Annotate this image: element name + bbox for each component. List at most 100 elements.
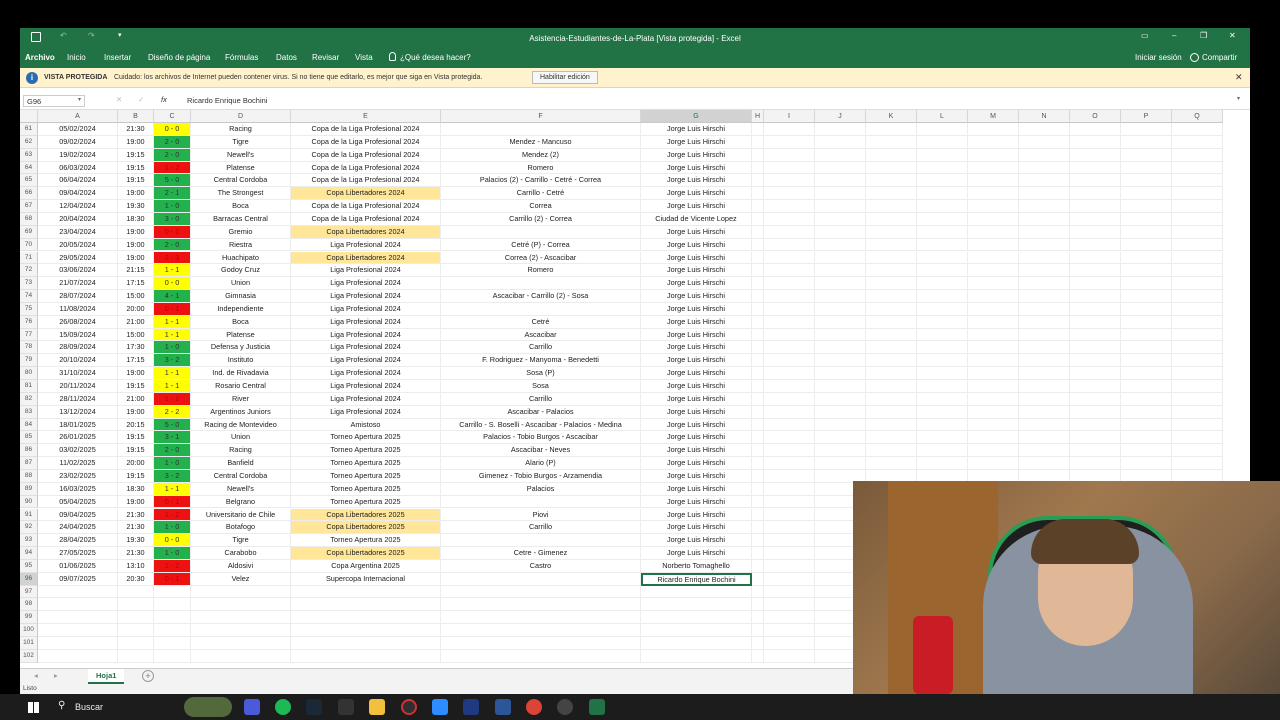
cell-empty[interactable] [752, 469, 764, 483]
cell-d[interactable]: Godoy Cruz [191, 264, 291, 278]
select-all-corner[interactable] [20, 110, 38, 123]
cell-empty[interactable] [1070, 200, 1121, 213]
cell-empty[interactable] [968, 251, 1019, 265]
cell-empty[interactable] [917, 135, 968, 149]
cell-empty[interactable] [1019, 444, 1070, 458]
cell-empty[interactable] [815, 277, 866, 291]
cell-empty[interactable] [1019, 392, 1070, 406]
column-header-d[interactable]: D [191, 110, 291, 123]
cell-empty[interactable] [1019, 264, 1070, 278]
cell-d[interactable] [191, 624, 291, 637]
cell-empty[interactable] [815, 148, 866, 162]
cell-empty[interactable] [917, 392, 968, 406]
cell-empty[interactable] [1070, 444, 1121, 458]
row-header[interactable]: 71 [20, 251, 38, 265]
cell-c[interactable]: 0 - 0 [154, 534, 191, 548]
cell-g[interactable]: Jorge Luis Hirschi [641, 405, 752, 419]
cell-f[interactable] [441, 624, 641, 637]
cell-empty[interactable] [764, 354, 815, 368]
cell-empty[interactable] [1070, 431, 1121, 445]
cell-c[interactable]: 3 - 0 [154, 212, 191, 226]
row-header[interactable]: 83 [20, 405, 38, 419]
row-header[interactable]: 77 [20, 328, 38, 342]
cell-empty[interactable] [866, 341, 917, 355]
cell-empty[interactable] [1121, 187, 1172, 201]
tab-archivo[interactable]: Archivo [25, 53, 55, 62]
cell-empty[interactable] [1070, 187, 1121, 201]
cell-empty[interactable] [815, 264, 866, 278]
cell-b[interactable] [118, 598, 154, 612]
cell-c[interactable]: 2 - 0 [154, 135, 191, 149]
cell-g[interactable] [641, 585, 752, 599]
cell-a[interactable]: 03/06/2024 [38, 264, 118, 278]
cell-g[interactable]: Jorge Luis Hirschi [641, 123, 752, 136]
cell-g[interactable]: Ricardo Enrique Bochini [641, 572, 752, 586]
vegas-icon[interactable] [463, 699, 479, 715]
cell-e[interactable]: Copa de la Liga Profesional 2024 [291, 174, 441, 188]
cell-c[interactable]: 5 - 0 [154, 418, 191, 432]
cell-f[interactable]: Ascacibar - Neves [441, 444, 641, 458]
cell-a[interactable]: 29/05/2024 [38, 251, 118, 265]
cell-c[interactable]: 2 - 0 [154, 444, 191, 458]
cell-d[interactable]: The Strongest [191, 187, 291, 201]
cell-empty[interactable] [968, 135, 1019, 149]
cell-c[interactable]: 0 - 1 [154, 572, 191, 586]
cell-a[interactable]: 26/08/2024 [38, 315, 118, 329]
row-header[interactable]: 61 [20, 123, 38, 136]
cell-g[interactable]: Jorge Luis Hirschi [641, 508, 752, 522]
cell-c[interactable]: 0 - 0 [154, 123, 191, 136]
cell-empty[interactable] [1070, 277, 1121, 291]
cell-g[interactable]: Jorge Luis Hirschi [641, 251, 752, 265]
cell-empty[interactable] [815, 200, 866, 213]
cell-a[interactable]: 31/10/2024 [38, 367, 118, 380]
cell-g[interactable]: Jorge Luis Hirschi [641, 238, 752, 252]
cell-f[interactable]: Piovi [441, 508, 641, 522]
cell-b[interactable]: 19:00 [118, 251, 154, 265]
cell-empty[interactable] [917, 161, 968, 175]
cell-empty[interactable] [866, 225, 917, 239]
cell-g[interactable]: Jorge Luis Hirschi [641, 148, 752, 162]
cell-empty[interactable] [1070, 174, 1121, 188]
cell-c[interactable]: 1 - 0 [154, 341, 191, 355]
cell-empty[interactable] [752, 521, 764, 535]
cell-e[interactable] [291, 637, 441, 650]
cell-d[interactable]: Riestra [191, 238, 291, 252]
cell-f[interactable]: Carrillo (2) - Correa [441, 212, 641, 226]
cell-empty[interactable] [866, 367, 917, 380]
cell-empty[interactable] [815, 328, 866, 342]
cell-a[interactable]: 24/04/2025 [38, 521, 118, 535]
cell-b[interactable]: 15:00 [118, 290, 154, 303]
column-header-n[interactable]: N [1019, 110, 1070, 123]
cell-empty[interactable] [866, 431, 917, 445]
cell-empty[interactable] [1172, 392, 1223, 406]
column-header-a[interactable]: A [38, 110, 118, 123]
cell-empty[interactable] [764, 251, 815, 265]
cell-empty[interactable] [1121, 380, 1172, 393]
cell-e[interactable]: Copa Libertadores 2024 [291, 225, 441, 239]
cell-empty[interactable] [815, 418, 866, 432]
cell-empty[interactable] [1121, 302, 1172, 316]
cell-g[interactable]: Jorge Luis Hirschi [641, 380, 752, 393]
cell-empty[interactable] [1019, 290, 1070, 303]
row-header[interactable]: 90 [20, 495, 38, 509]
cell-empty[interactable] [866, 457, 917, 470]
cell-empty[interactable] [1070, 380, 1121, 393]
cell-empty[interactable] [1172, 148, 1223, 162]
row-header[interactable]: 76 [20, 315, 38, 329]
cell-c[interactable]: 2 - 3 [154, 251, 191, 265]
cell-empty[interactable] [815, 238, 866, 252]
cell-f[interactable]: Carrillo [441, 341, 641, 355]
cell-b[interactable]: 21:30 [118, 508, 154, 522]
cell-e[interactable]: Torneo Apertura 2025 [291, 534, 441, 548]
cell-f[interactable]: Cetré [441, 315, 641, 329]
cell-e[interactable] [291, 585, 441, 599]
cell-empty[interactable] [917, 264, 968, 278]
cell-empty[interactable] [752, 585, 764, 599]
cell-empty[interactable] [1172, 315, 1223, 329]
cell-b[interactable]: 19:15 [118, 380, 154, 393]
cell-b[interactable]: 18:30 [118, 482, 154, 496]
cell-c[interactable]: 1 - 1 [154, 380, 191, 393]
cell-empty[interactable] [1172, 264, 1223, 278]
cell-empty[interactable] [1019, 302, 1070, 316]
cell-a[interactable]: 09/02/2024 [38, 135, 118, 149]
